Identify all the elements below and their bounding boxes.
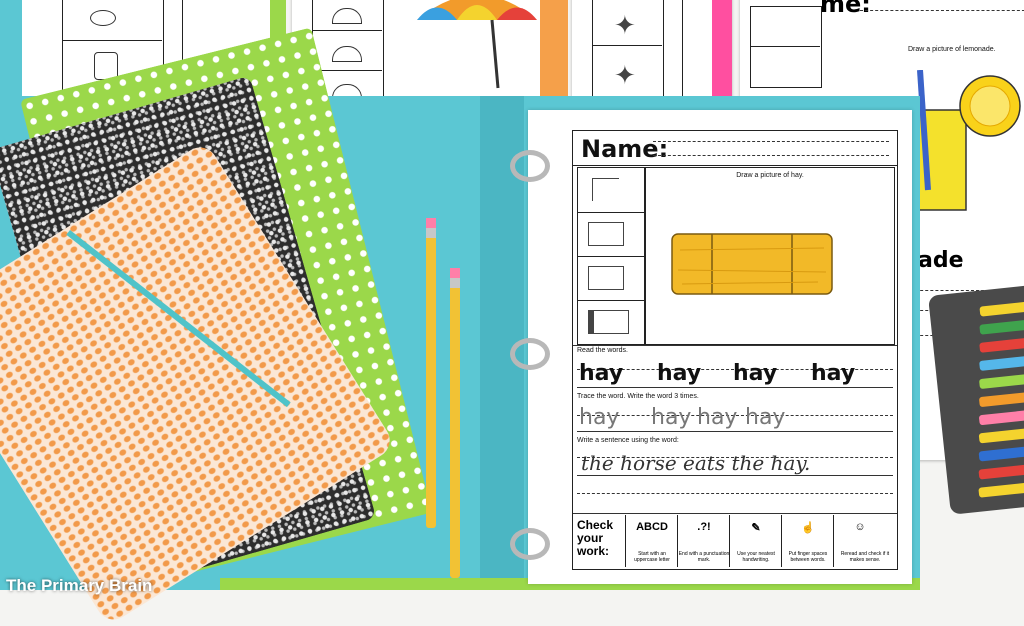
lemonade-illustration [910,70,1021,211]
lemonade-name-label: me: [820,0,871,18]
sentence-text: the horse eats the hay. [581,451,811,475]
lemonade-word: ade [918,248,964,273]
background-worksheet-3: ✦ ✦ [572,0,732,100]
worksheet-frame: Name: Draw a picture of hay. Read the wo… [572,130,898,570]
check-item-4: ☝ Put finger spaces between words. [781,515,834,567]
binder-ring-bottom [510,528,550,560]
folder-tab-pink [712,0,732,100]
draw-instruction: Draw a picture of hay. [736,172,804,179]
handwriting-icon: ✎ [751,522,761,534]
read-word-3: hay [733,361,778,386]
binder-ring-top [510,150,550,182]
check-item-3: ✎ Use your neatest handwriting. [729,515,782,567]
drawing-steps [577,167,645,345]
draw-box: Draw a picture of hay. [645,167,895,345]
trace-word-2: hay [651,405,692,430]
read-word-2: hay [657,361,702,386]
finger-space-icon: ☝ [801,522,815,534]
read-label: Read the words. [577,347,628,354]
folder-tab-orange [540,0,568,100]
brand-watermark: The Primary Brain [6,576,153,595]
trace-word-1: hay [579,405,620,430]
trace-word-3: hay [697,405,738,430]
check-item-1: ABCD Start with an uppercase letter [625,515,678,567]
background-worksheet-2 [292,0,542,100]
pencil-1 [426,218,436,528]
umbrella-illustration [417,0,537,89]
lemonade-instruction: Draw a picture of lemonade. [908,46,996,53]
reread-icon: ☺ [854,521,866,533]
punctuation-icon: .?! [697,521,711,533]
folder-tab-blue [0,0,22,100]
sentence-label: Write a sentence using the word: [577,437,679,444]
binder-ring-middle [510,338,550,370]
check-item-2: .?! End with a punctuation mark. [677,515,730,567]
trace-word-4: hay [745,405,786,430]
read-word-1: hay [579,361,624,386]
check-item-5: ☺ Reread and check if it makes sense. [833,515,896,567]
read-word-4: hay [811,361,856,386]
hay-worksheet: Name: Draw a picture of hay. Read the wo… [510,110,912,584]
uppercase-icon: ABCD [636,521,668,533]
pencil-2 [450,268,460,578]
check-label: Check your work: [577,518,614,558]
trace-label: Trace the word. Write the word 3 times. [577,393,699,400]
name-row: Name: [573,131,897,166]
name-label: Name: [581,135,669,163]
crayon-box [928,284,1024,515]
hay-bale-illustration [671,233,833,295]
